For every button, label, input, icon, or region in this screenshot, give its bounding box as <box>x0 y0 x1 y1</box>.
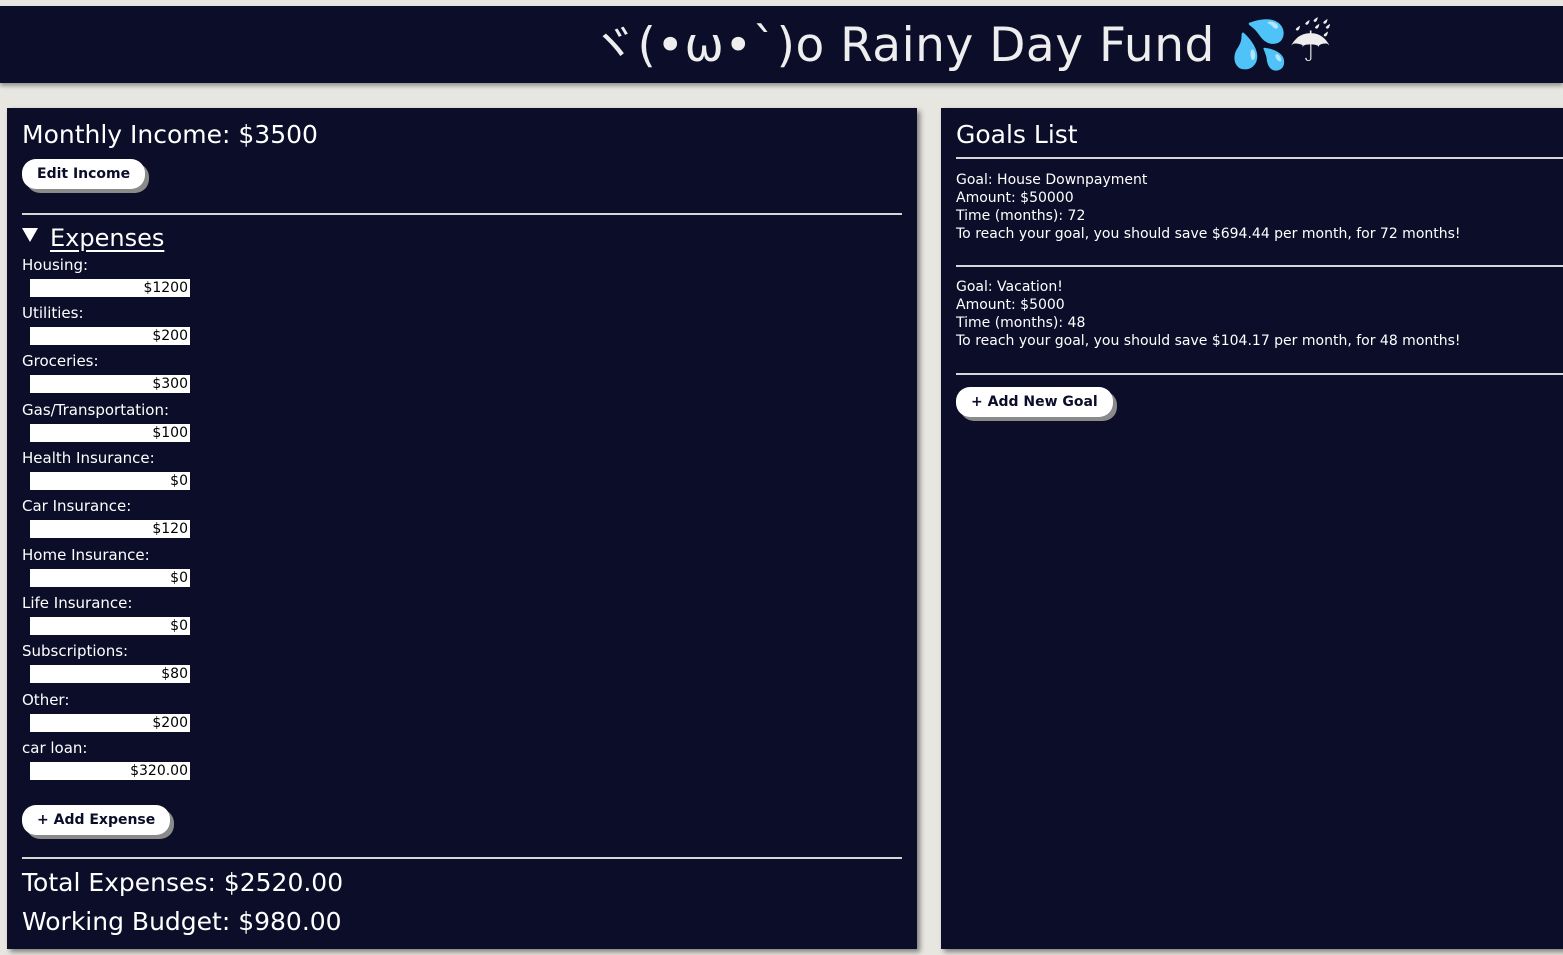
monthly-income-text: Monthly Income: $3500 <box>22 120 318 149</box>
goal-time: Time (months): 48 <box>956 315 1086 331</box>
goal-time: Time (months): 72 <box>956 208 1086 224</box>
expense-row-car-insurance: Car Insurance: <box>22 497 222 545</box>
expense-label: Home Insurance: <box>22 546 150 564</box>
expense-label: Groceries: <box>22 352 99 370</box>
expense-row-gas-transportation: Gas/Transportation: <box>22 401 222 449</box>
expense-input-housing[interactable] <box>30 279 190 297</box>
expense-input-other[interactable] <box>30 714 190 732</box>
expense-input-gas-transportation[interactable] <box>30 424 190 442</box>
expense-row-subscriptions: Subscriptions: <box>22 642 222 690</box>
goal-amount: Amount: $5000 <box>956 297 1065 313</box>
expenses-heading: Expenses <box>50 224 165 252</box>
goal-name: Goal: House Downpayment <box>956 172 1148 188</box>
total-expenses-text: Total Expenses: $2520.00 <box>22 868 344 897</box>
expense-label: Car Insurance: <box>22 497 132 515</box>
expense-input-health-insurance[interactable] <box>30 472 190 490</box>
expense-input-life-insurance[interactable] <box>30 617 190 635</box>
goals-panel: Goals List Goal: House Downpayment Amoun… <box>941 108 1563 949</box>
expense-input-car-loan[interactable] <box>30 762 190 780</box>
divider <box>956 157 1563 159</box>
goal-item: Goal: House Downpayment Amount: $50000 T… <box>956 171 1461 243</box>
disclosure-triangle-icon <box>22 228 38 242</box>
expense-input-subscriptions[interactable] <box>30 665 190 683</box>
expense-row-housing: Housing: <box>22 256 222 304</box>
goal-item: Goal: Vacation! Amount: $5000 Time (mont… <box>956 278 1461 350</box>
budget-panel: Monthly Income: $3500 Edit Income Expens… <box>7 108 917 949</box>
goal-name: Goal: Vacation! <box>956 279 1063 295</box>
expense-row-health-insurance: Health Insurance: <box>22 449 222 497</box>
divider <box>22 213 902 215</box>
expense-label: Subscriptions: <box>22 642 129 660</box>
app-header: ヾ(•ω•`)o Rainy Day Fund 💦☔ <box>0 6 1563 83</box>
expense-label: Other: <box>22 691 70 709</box>
goal-advice: To reach your goal, you should save $694… <box>956 226 1461 242</box>
expense-label: Health Insurance: <box>22 449 155 467</box>
expense-label: Utilities: <box>22 304 84 322</box>
expense-input-car-insurance[interactable] <box>30 520 190 538</box>
add-new-goal-button[interactable]: + Add New Goal <box>956 387 1113 417</box>
add-expense-button[interactable]: + Add Expense <box>22 805 171 835</box>
expense-row-utilities: Utilities: <box>22 304 222 352</box>
expense-label: Life Insurance: <box>22 594 133 612</box>
app-title: ヾ(•ω•`)o Rainy Day Fund 💦☔ <box>590 18 1332 73</box>
expense-input-groceries[interactable] <box>30 375 190 393</box>
edit-income-button[interactable]: Edit Income <box>22 159 146 189</box>
expense-row-other: Other: <box>22 691 222 739</box>
expense-label: car loan: <box>22 739 88 757</box>
expense-row-home-insurance: Home Insurance: <box>22 546 222 594</box>
divider <box>956 265 1563 267</box>
expense-label: Gas/Transportation: <box>22 401 170 419</box>
divider <box>22 857 902 859</box>
goals-heading: Goals List <box>956 120 1078 149</box>
expense-row-car-loan: car loan: <box>22 739 222 787</box>
expenses-toggle[interactable]: Expenses <box>22 224 164 252</box>
expense-row-groceries: Groceries: <box>22 352 222 400</box>
expense-input-home-insurance[interactable] <box>30 569 190 587</box>
working-budget-text: Working Budget: $980.00 <box>22 907 342 936</box>
expense-row-life-insurance: Life Insurance: <box>22 594 222 642</box>
expense-input-utilities[interactable] <box>30 327 190 345</box>
goal-advice: To reach your goal, you should save $104… <box>956 333 1461 349</box>
expense-label: Housing: <box>22 256 89 274</box>
goal-amount: Amount: $50000 <box>956 190 1074 206</box>
divider <box>956 373 1563 375</box>
